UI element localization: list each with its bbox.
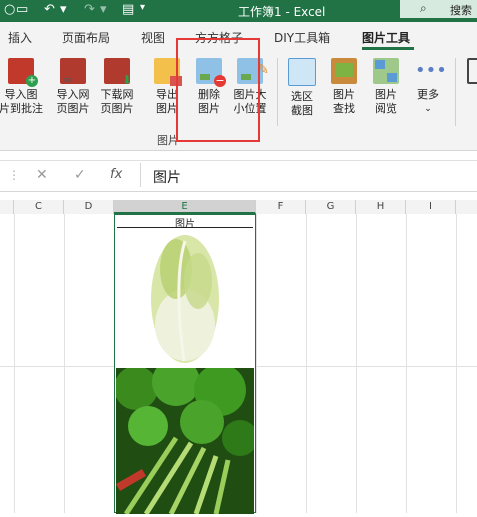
overflow-button[interactable] (464, 58, 477, 88)
search-box[interactable]: ⌕ 搜索 (400, 0, 477, 18)
image-find-icon (331, 58, 357, 84)
image-browse-icon (373, 58, 399, 84)
column-header-h[interactable]: H (356, 200, 406, 214)
grip-icon[interactable]: ⋮ (8, 168, 20, 182)
search-label: 搜索 (450, 4, 472, 17)
image-browse-button[interactable]: 图片 阅览 (370, 58, 402, 116)
ribbon-separator (455, 58, 456, 126)
tab-page-layout[interactable]: 页面布局 (62, 29, 110, 46)
more-button[interactable]: ••• 更多 ⌄ (410, 58, 447, 116)
tab-view[interactable]: 视图 (141, 29, 165, 46)
formula-bar: ⋮ ✕ ✓ fx 图片 (0, 160, 477, 192)
image-find-button[interactable]: 图片 查找 (328, 58, 360, 116)
formula-value: 图片 (153, 170, 181, 186)
redo-icon[interactable]: ↷ (84, 2, 95, 17)
tab-insert[interactable]: 插入 (8, 29, 32, 46)
download-web-image-button[interactable]: ⬇ 下载网 页图片 (96, 58, 138, 116)
column-header-i[interactable]: I (406, 200, 456, 214)
customize-toolbar-icon[interactable]: ▤ (122, 2, 134, 17)
redo-dropdown-icon[interactable]: ▾ (100, 2, 107, 17)
download-web-image-icon: ⬇ (104, 58, 132, 87)
insert-function-icon[interactable]: fx (110, 167, 122, 182)
tab-image-tools[interactable]: 图片工具 (362, 29, 410, 46)
selection-screenshot-icon (288, 58, 316, 86)
enter-icon[interactable]: ✓ (74, 167, 86, 183)
column-header-d[interactable]: D (64, 200, 114, 214)
import-web-image-button[interactable]: ∞ 导入网 页图片 (52, 58, 94, 116)
column-header-g[interactable]: G (306, 200, 356, 214)
title-bar: ○ ▭ ↶ ▾ ↷ ▾ ▤ ▾ 工作簿1 - Excel ⌕ 搜索 (0, 0, 477, 22)
import-web-image-icon: ∞ (60, 58, 86, 86)
cancel-icon[interactable]: ✕ (36, 167, 48, 183)
tab-diy-toolbox[interactable]: DIY工具箱 (274, 29, 330, 46)
undo-dropdown-icon[interactable]: ▾ (60, 2, 67, 17)
quick-access-dropdown-icon[interactable]: ▾ (140, 2, 145, 13)
column-headers: C D E F G H I (0, 200, 477, 215)
highlight-annotation (176, 38, 260, 142)
column-header-f[interactable]: F (256, 200, 306, 214)
more-icon: ••• (415, 60, 447, 81)
celery-image[interactable] (114, 358, 258, 516)
overflow-icon (467, 58, 477, 84)
cabbage-image[interactable] (116, 229, 254, 369)
search-icon: ⌕ (420, 1, 427, 15)
autosave-dot-icon[interactable]: ○ (4, 2, 15, 17)
import-to-comment-icon: + (8, 58, 38, 87)
undo-icon[interactable]: ↶ (44, 2, 55, 17)
selected-cell-e[interactable]: 图片 (114, 214, 258, 516)
column-header-c[interactable]: C (14, 200, 64, 214)
import-to-comment-button[interactable]: + 导入图 片到批注 (0, 58, 44, 116)
select-all-corner[interactable] (0, 200, 14, 214)
window-title: 工作簿1 - Excel (238, 5, 326, 19)
cell-rule (117, 227, 253, 228)
more-dropdown-icon: ⌄ (424, 104, 432, 114)
column-header-e[interactable]: E (114, 200, 256, 214)
save-icon[interactable]: ▭ (16, 2, 28, 17)
formula-input[interactable]: 图片 (140, 163, 477, 187)
ribbon-separator (277, 58, 278, 126)
selection-screenshot-button[interactable]: 选区 截图 (286, 58, 318, 118)
